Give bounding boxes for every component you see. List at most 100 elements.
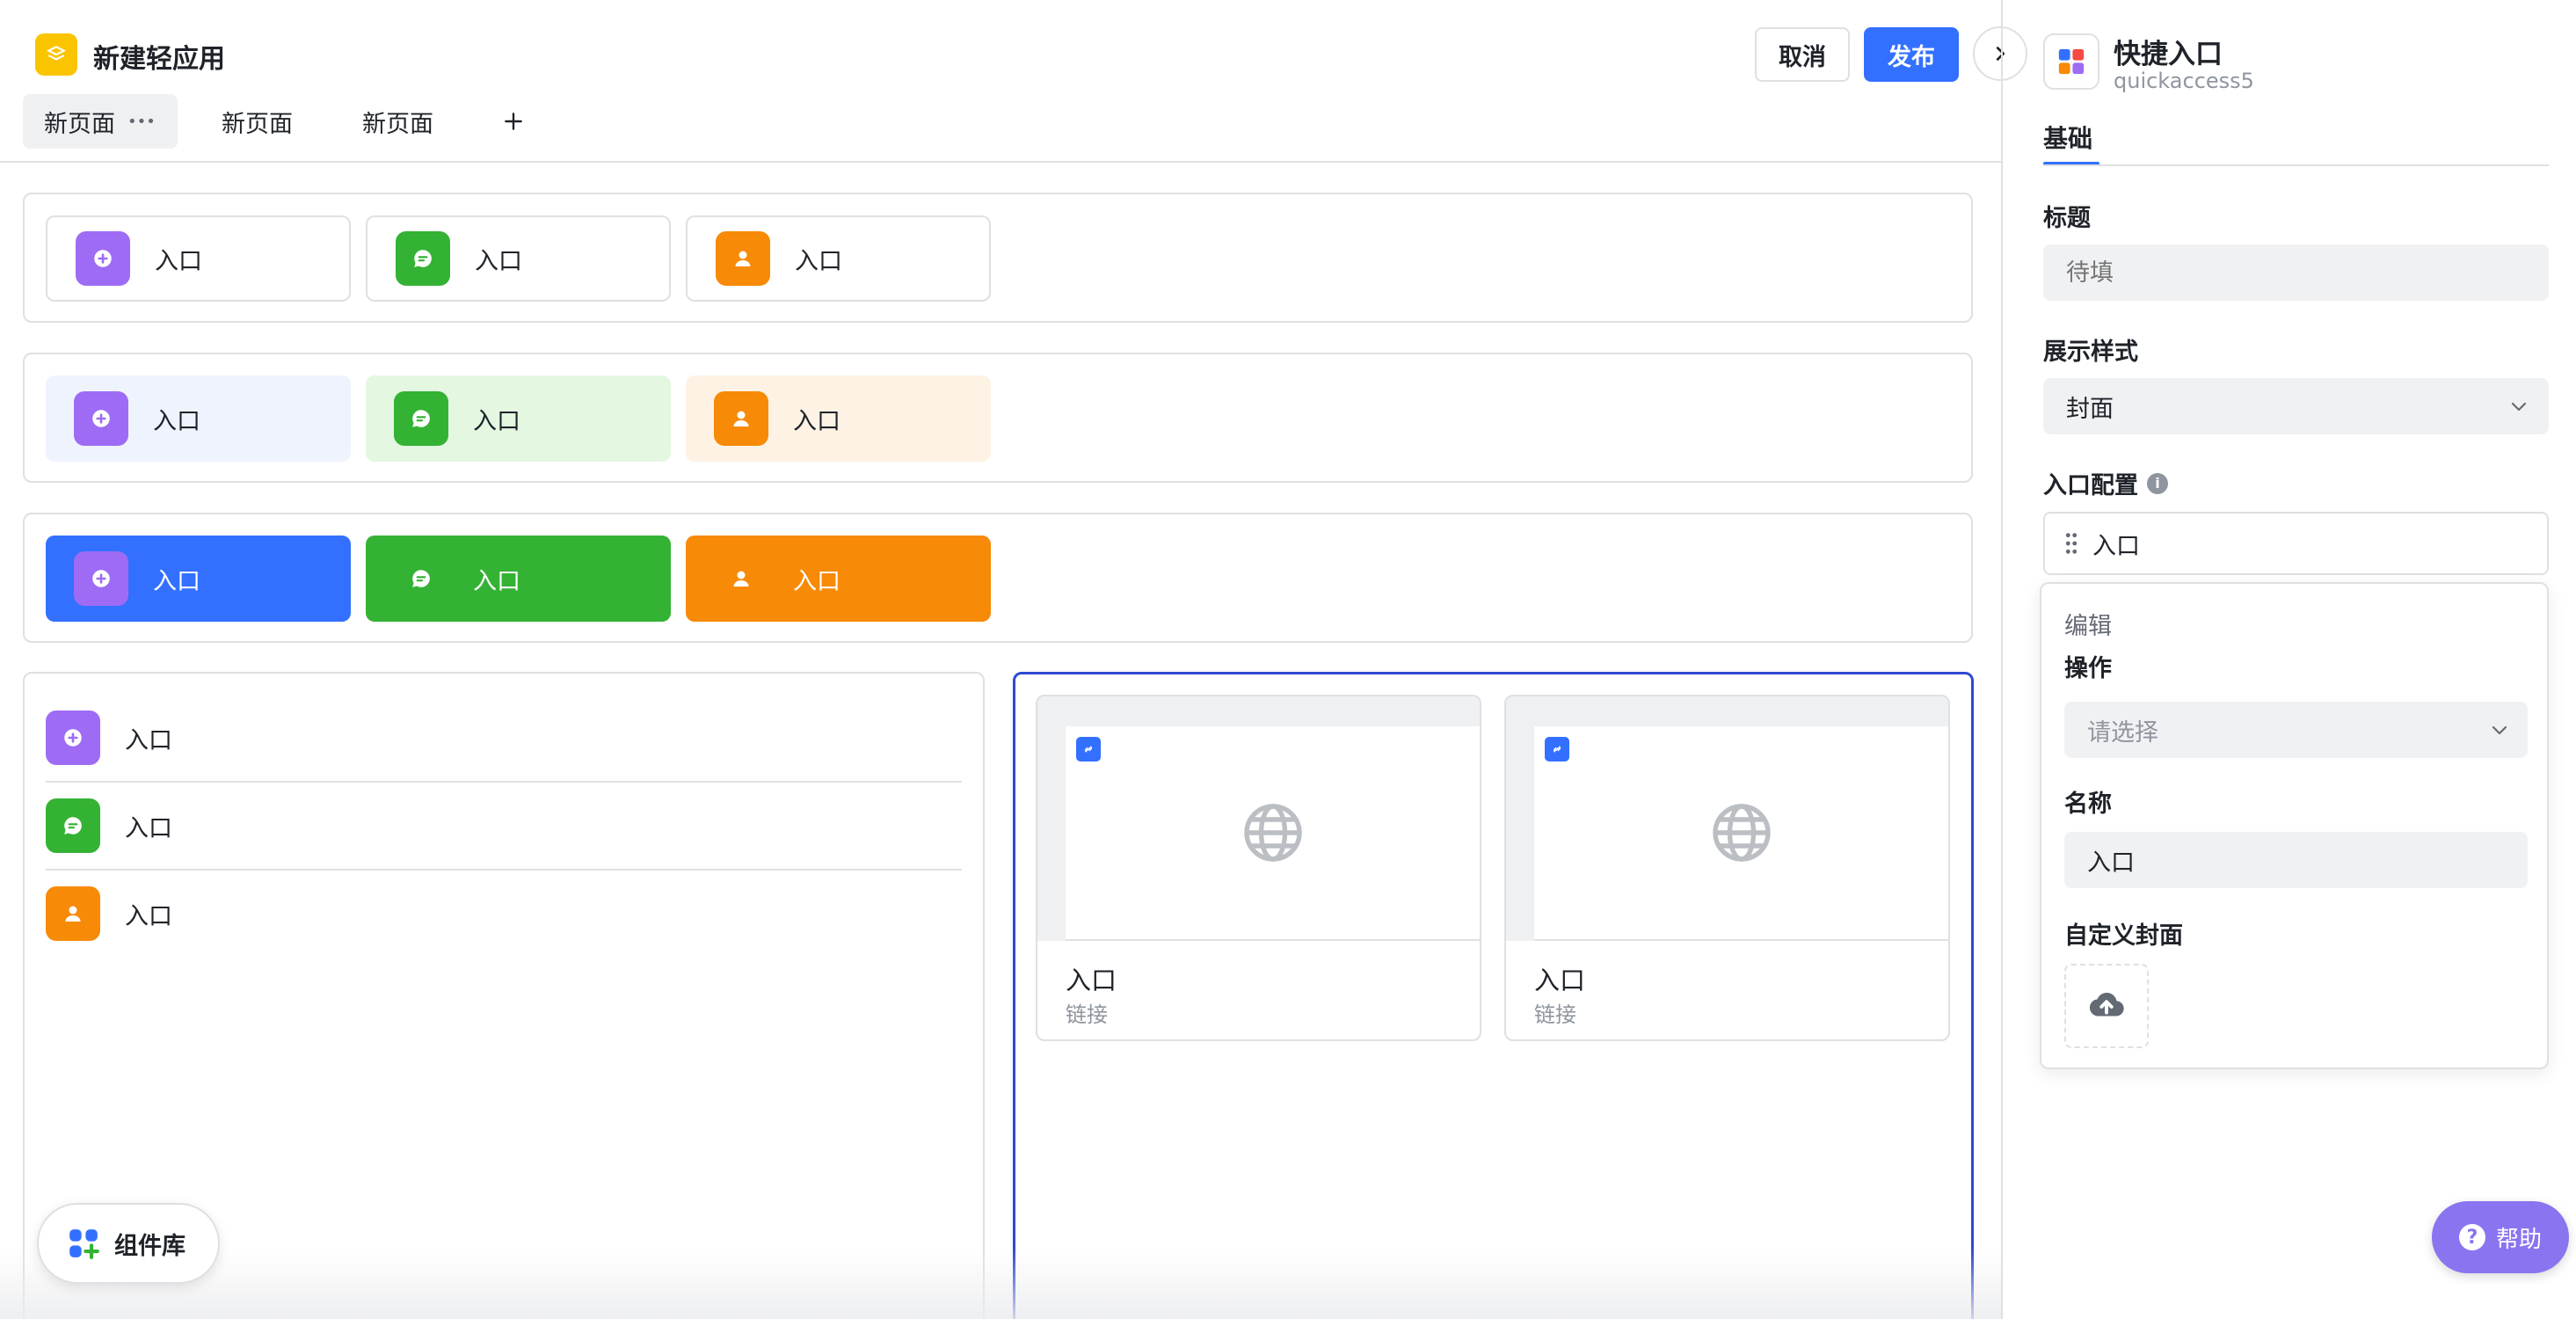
user-icon — [716, 231, 770, 286]
entry-item[interactable]: 入口 — [686, 215, 991, 302]
entry-label: 入口 — [793, 567, 840, 595]
add-circle-icon — [74, 551, 128, 606]
entry-label: 入口 — [793, 407, 840, 435]
tabs-divider — [0, 161, 2001, 163]
list-item-label: 入口 — [125, 902, 172, 930]
chat-icon — [394, 391, 448, 446]
action-select[interactable]: 请选择 — [2064, 702, 2528, 758]
list-divider — [46, 869, 962, 871]
user-icon — [714, 391, 768, 446]
list-divider — [46, 781, 962, 783]
quick-access-filled[interactable]: 入口 入口 入口 — [23, 513, 1973, 643]
tab-label: 新页面 — [362, 110, 433, 138]
list-item-label: 入口 — [125, 814, 172, 842]
entry-item[interactable]: 入口 — [366, 215, 671, 302]
globe-icon — [1712, 804, 1771, 862]
help-button[interactable]: ? 帮助 — [2432, 1201, 2569, 1273]
action-field-label: 操作 — [2064, 655, 2112, 682]
action-select-placeholder: 请选择 — [2087, 718, 2158, 747]
canvas-bottom-fade — [0, 1249, 2001, 1319]
entry-item[interactable]: 入口 — [46, 215, 351, 302]
add-circle-icon — [74, 391, 128, 446]
chevron-right-icon — [1996, 47, 2005, 61]
plus-icon — [505, 113, 522, 130]
entry-item[interactable]: 入口 — [46, 375, 351, 462]
link-icon — [1545, 737, 1569, 762]
chevron-down-icon — [2492, 725, 2507, 735]
add-circle-icon — [46, 711, 100, 765]
tab-page-2[interactable]: 新页面 — [200, 94, 314, 149]
chevron-down-icon — [2511, 402, 2527, 412]
cover-field-label: 自定义封面 — [2064, 922, 2183, 950]
entry-item[interactable]: 入口 — [366, 536, 671, 622]
cover-card[interactable]: 入口 链接 — [1504, 695, 1950, 1041]
card-title: 入口 — [1066, 966, 1117, 995]
app-root: 新建轻应用 取消 发布 新页面 ••• 新页面 新页面 入口 入口 入口 入口 — [0, 0, 2576, 1319]
card-subtitle: 链接 — [1066, 1002, 1108, 1027]
more-icon[interactable]: ••• — [127, 113, 156, 131]
title-input[interactable] — [2043, 244, 2549, 301]
quick-access-tinted[interactable]: 入口 入口 入口 — [23, 353, 1973, 483]
entry-config-label: 入口配置 i — [2043, 466, 2168, 500]
globe-icon — [1243, 804, 1302, 862]
title-field-label: 标题 — [2043, 205, 2091, 232]
edit-popover-header: 编辑 — [2064, 613, 2112, 640]
entry-item[interactable]: 入口 — [686, 536, 991, 622]
publish-button[interactable]: 发布 — [1864, 27, 1959, 82]
info-icon[interactable]: i — [2147, 472, 2168, 494]
tab-page-3[interactable]: 新页面 — [341, 94, 455, 149]
quick-access-outline[interactable]: 入口 入口 入口 — [23, 193, 1973, 323]
chat-icon — [394, 551, 448, 606]
tab-page-1[interactable]: 新页面 ••• — [23, 94, 178, 149]
cover-upload-button[interactable] — [2064, 964, 2149, 1048]
cover-preview — [1066, 726, 1480, 941]
user-icon — [46, 886, 100, 941]
cover-card[interactable]: 入口 链接 — [1036, 695, 1481, 1041]
list-item[interactable]: 入口 — [46, 711, 172, 765]
chat-icon — [46, 798, 100, 853]
panel-widget-id: quickaccess5 — [2114, 69, 2254, 93]
tab-label: 新页面 — [222, 110, 293, 138]
list-item-label: 入口 — [125, 726, 172, 754]
entry-label: 入口 — [473, 407, 520, 435]
user-icon — [714, 551, 768, 606]
help-icon: ? — [2458, 1224, 2485, 1250]
panel-tab-basic[interactable]: 基础 — [2043, 120, 2092, 155]
entry-label: 入口 — [155, 247, 202, 275]
list-item[interactable]: 入口 — [46, 798, 172, 853]
style-select-value: 封面 — [2066, 395, 2114, 423]
entry-item[interactable]: 入口 — [366, 375, 671, 462]
style-select[interactable]: 封面 — [2043, 378, 2549, 434]
cancel-button[interactable]: 取消 — [1755, 27, 1850, 82]
style-field-label: 展示样式 — [2043, 339, 2138, 366]
component-library-label: 组件库 — [114, 1232, 186, 1260]
card-title: 入口 — [1534, 966, 1586, 995]
drag-handle-icon[interactable] — [2064, 532, 2078, 555]
help-label: 帮助 — [2495, 1226, 2542, 1253]
chat-icon — [396, 231, 450, 286]
widget-add-icon — [69, 1229, 99, 1259]
entry-item[interactable]: 入口 — [46, 536, 351, 622]
tab-label: 新页面 — [44, 110, 115, 138]
entry-config-item-label: 入口 — [2092, 532, 2140, 560]
panel-title: 快捷入口 — [2114, 39, 2223, 70]
name-input[interactable]: 入口 — [2064, 832, 2528, 888]
entry-config-item[interactable]: 入口 — [2043, 512, 2549, 575]
collapse-panel-button[interactable] — [1973, 26, 2027, 81]
add-circle-icon — [76, 231, 130, 286]
entry-label: 入口 — [475, 247, 522, 275]
card-subtitle: 链接 — [1534, 1002, 1576, 1027]
edit-popover: 编辑 操作 请选择 名称 入口 自定义封面 — [2040, 582, 2549, 1069]
link-icon — [1076, 737, 1101, 762]
list-item[interactable]: 入口 — [46, 886, 172, 941]
component-library-button[interactable]: 组件库 — [37, 1203, 220, 1284]
entry-label: 入口 — [153, 407, 200, 435]
entry-label: 入口 — [795, 247, 842, 275]
entry-item[interactable]: 入口 — [686, 375, 991, 462]
add-tab-button[interactable] — [492, 98, 535, 144]
app-title: 新建轻应用 — [93, 44, 225, 75]
panel-divider — [2001, 0, 2003, 1319]
app-logo-icon — [35, 33, 77, 76]
cloud-upload-icon — [2089, 992, 2124, 1017]
entry-label: 入口 — [153, 567, 200, 595]
